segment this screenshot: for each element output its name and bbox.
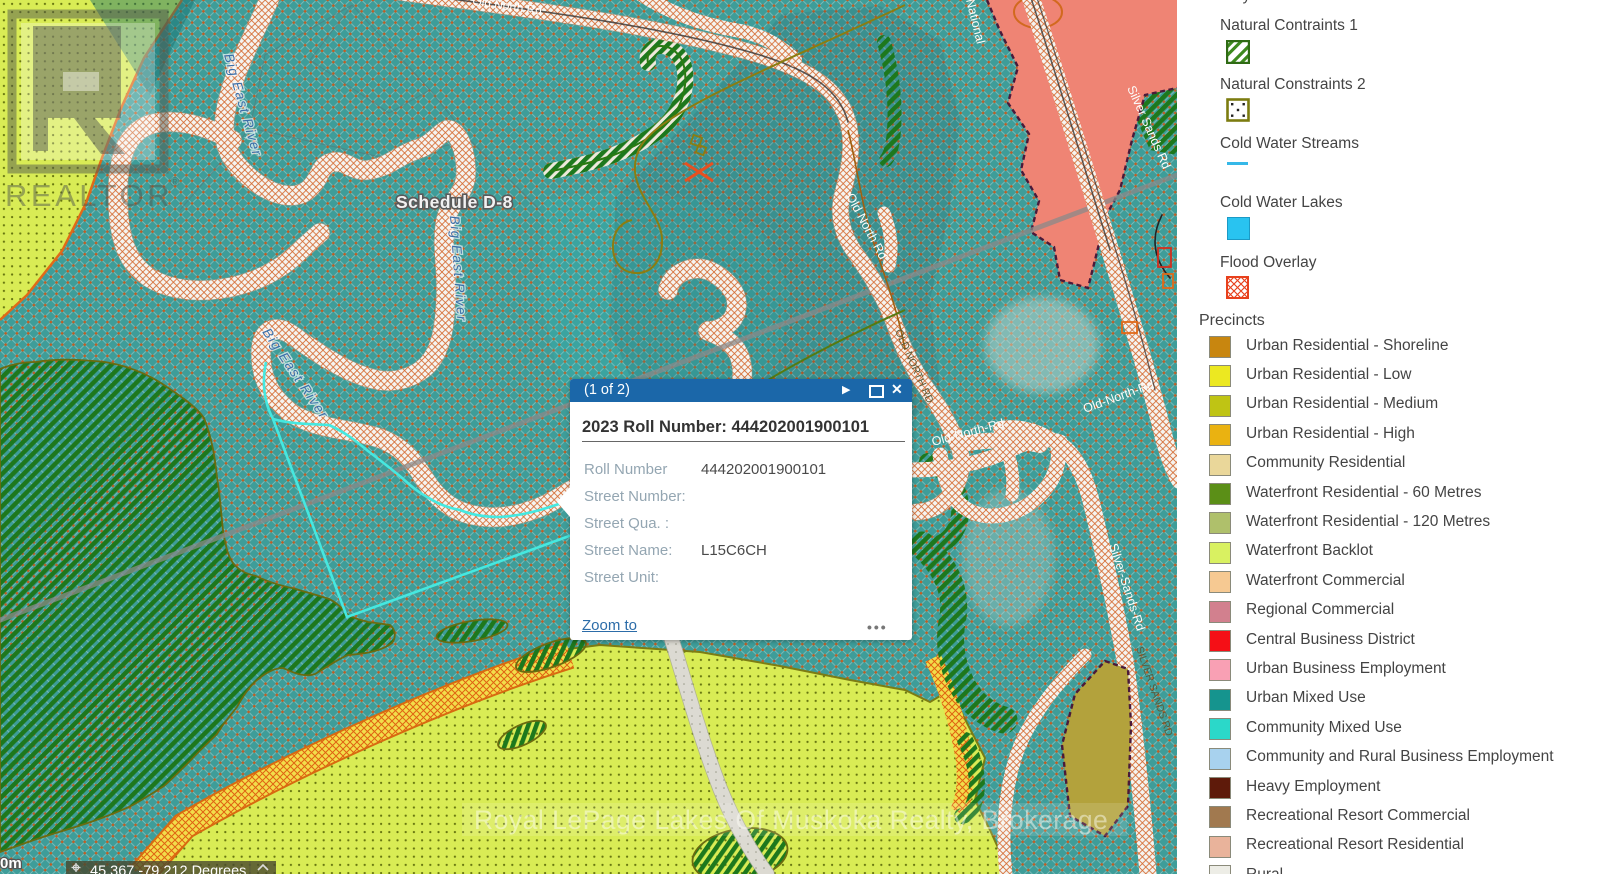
svg-text:45.367 -79.212 Degrees: 45.367 -79.212 Degrees <box>90 864 246 874</box>
svg-text:Royal LePage Lakes Of Muskoka: Royal LePage Lakes Of Muskoka Realty, Br… <box>474 805 1108 835</box>
svg-text:REALTOR: REALTOR <box>5 178 173 213</box>
svg-text:0m: 0m <box>0 855 22 872</box>
svg-text:®: ® <box>170 174 180 189</box>
svg-text:Schedule D-8: Schedule D-8 <box>396 192 513 212</box>
